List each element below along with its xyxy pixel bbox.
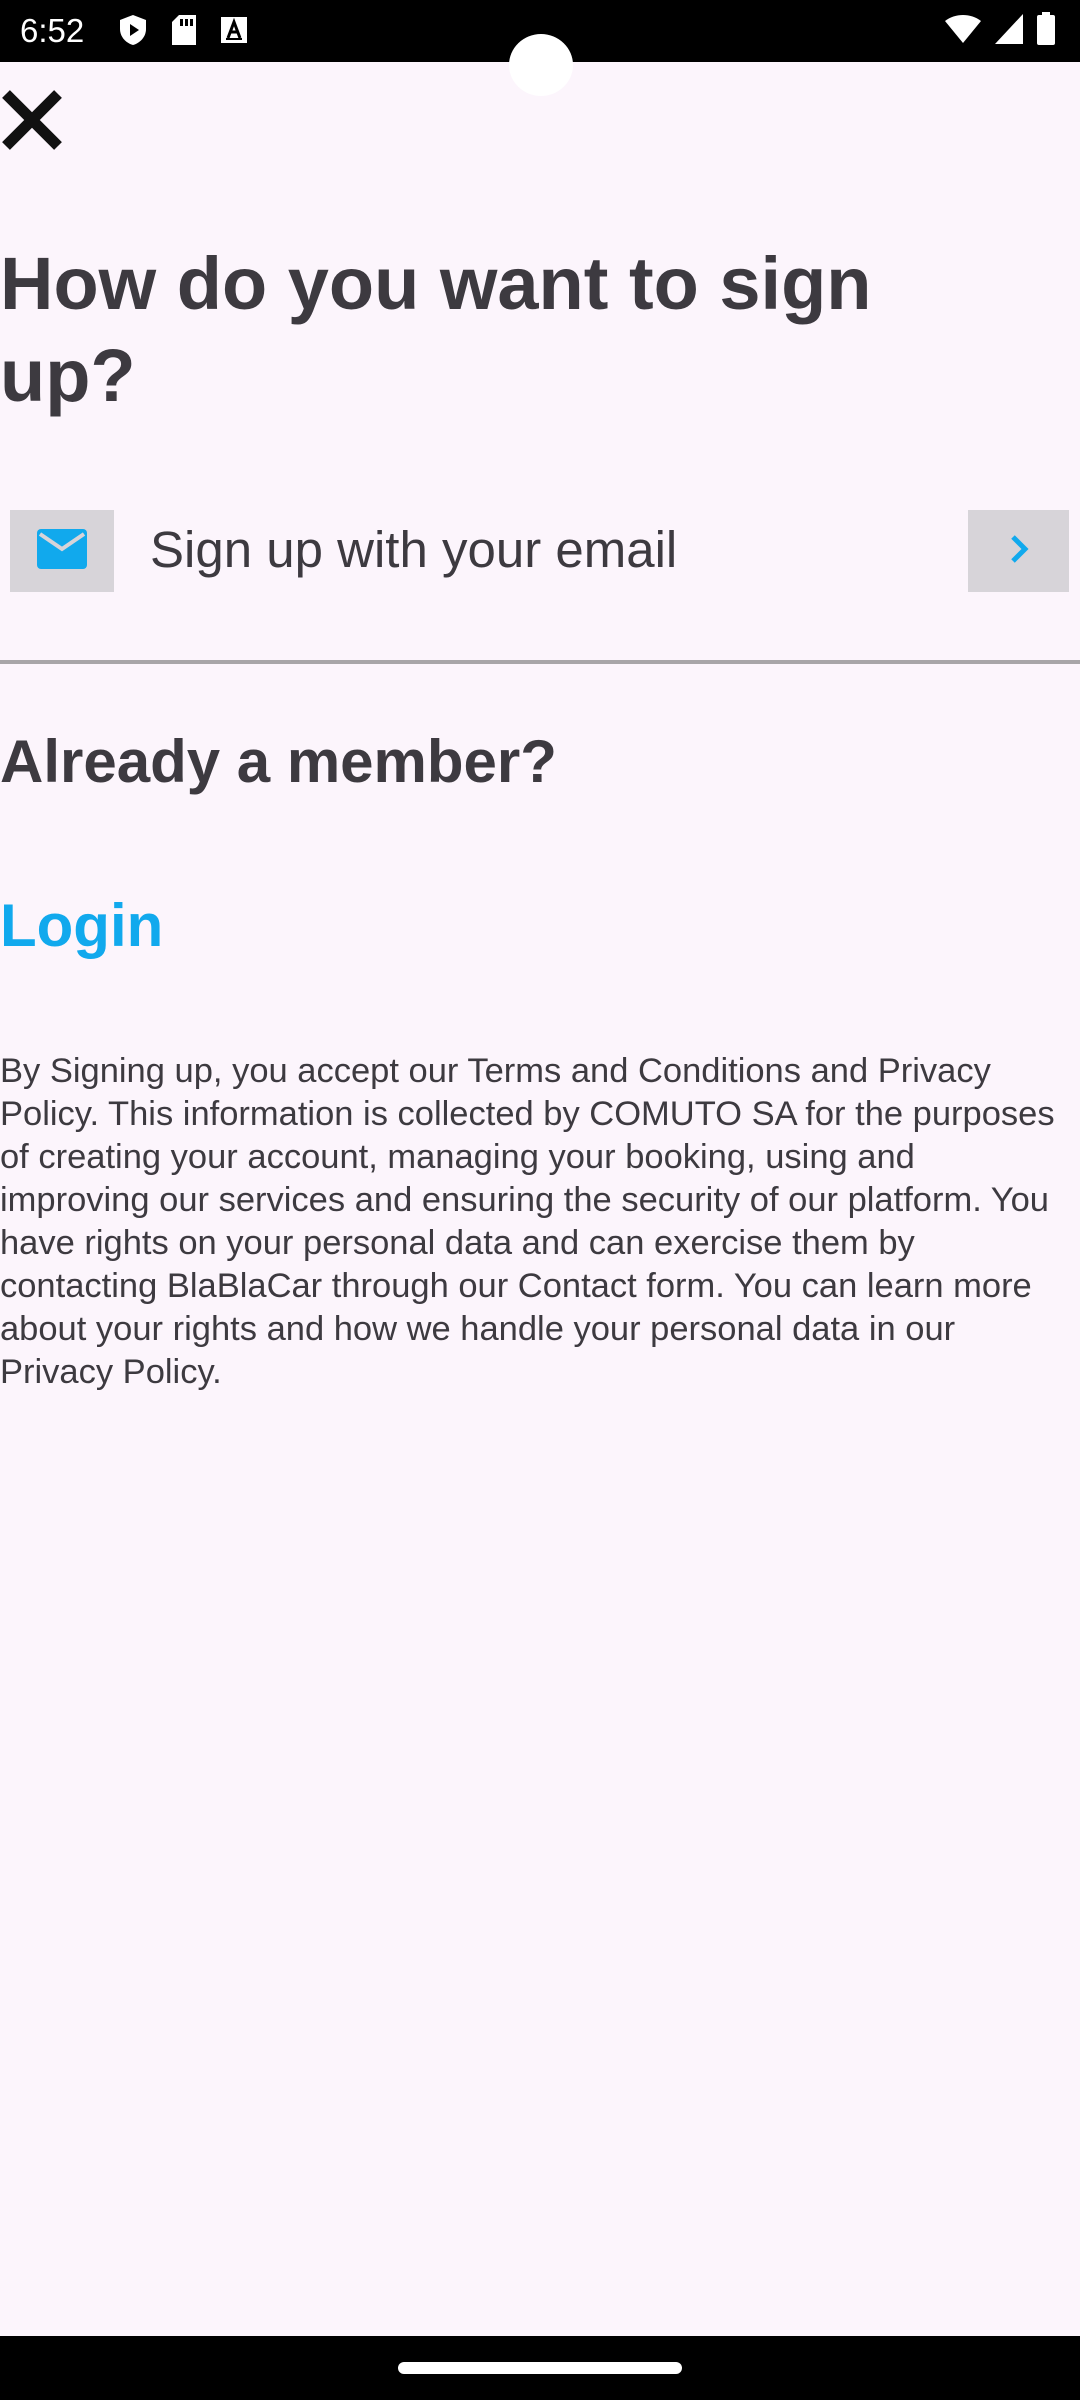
close-button[interactable] — [0, 88, 64, 152]
sd-card-icon — [170, 14, 198, 51]
legal-text: By Signing up, you accept our Terms and … — [0, 1052, 1055, 1391]
email-signup-button[interactable]: Sign up with your email — [0, 500, 1080, 604]
shield-play-icon — [118, 14, 148, 51]
divider — [0, 660, 1080, 664]
member-heading: Already a member? — [0, 728, 557, 795]
home-indicator[interactable] — [398, 2362, 682, 2374]
status-time: 6:52 — [20, 12, 85, 49]
battery-icon — [1036, 12, 1056, 51]
chevron-button — [968, 510, 1069, 592]
page-title: How do you want to sign up? — [0, 242, 872, 417]
navigation-bar — [0, 2336, 1080, 2400]
wifi-icon — [944, 13, 982, 50]
email-icon — [36, 528, 88, 575]
email-signup-label: Sign up with your email — [150, 521, 678, 578]
status-right-icons — [944, 12, 1056, 51]
signal-icon — [994, 13, 1024, 50]
chevron-right-icon — [1007, 533, 1031, 570]
font-a-icon — [220, 16, 248, 49]
close-icon — [0, 90, 64, 156]
login-link[interactable]: Login — [0, 886, 163, 966]
camera-cutout — [509, 34, 573, 96]
email-icon-box — [10, 510, 114, 592]
status-left-icons — [118, 14, 248, 51]
